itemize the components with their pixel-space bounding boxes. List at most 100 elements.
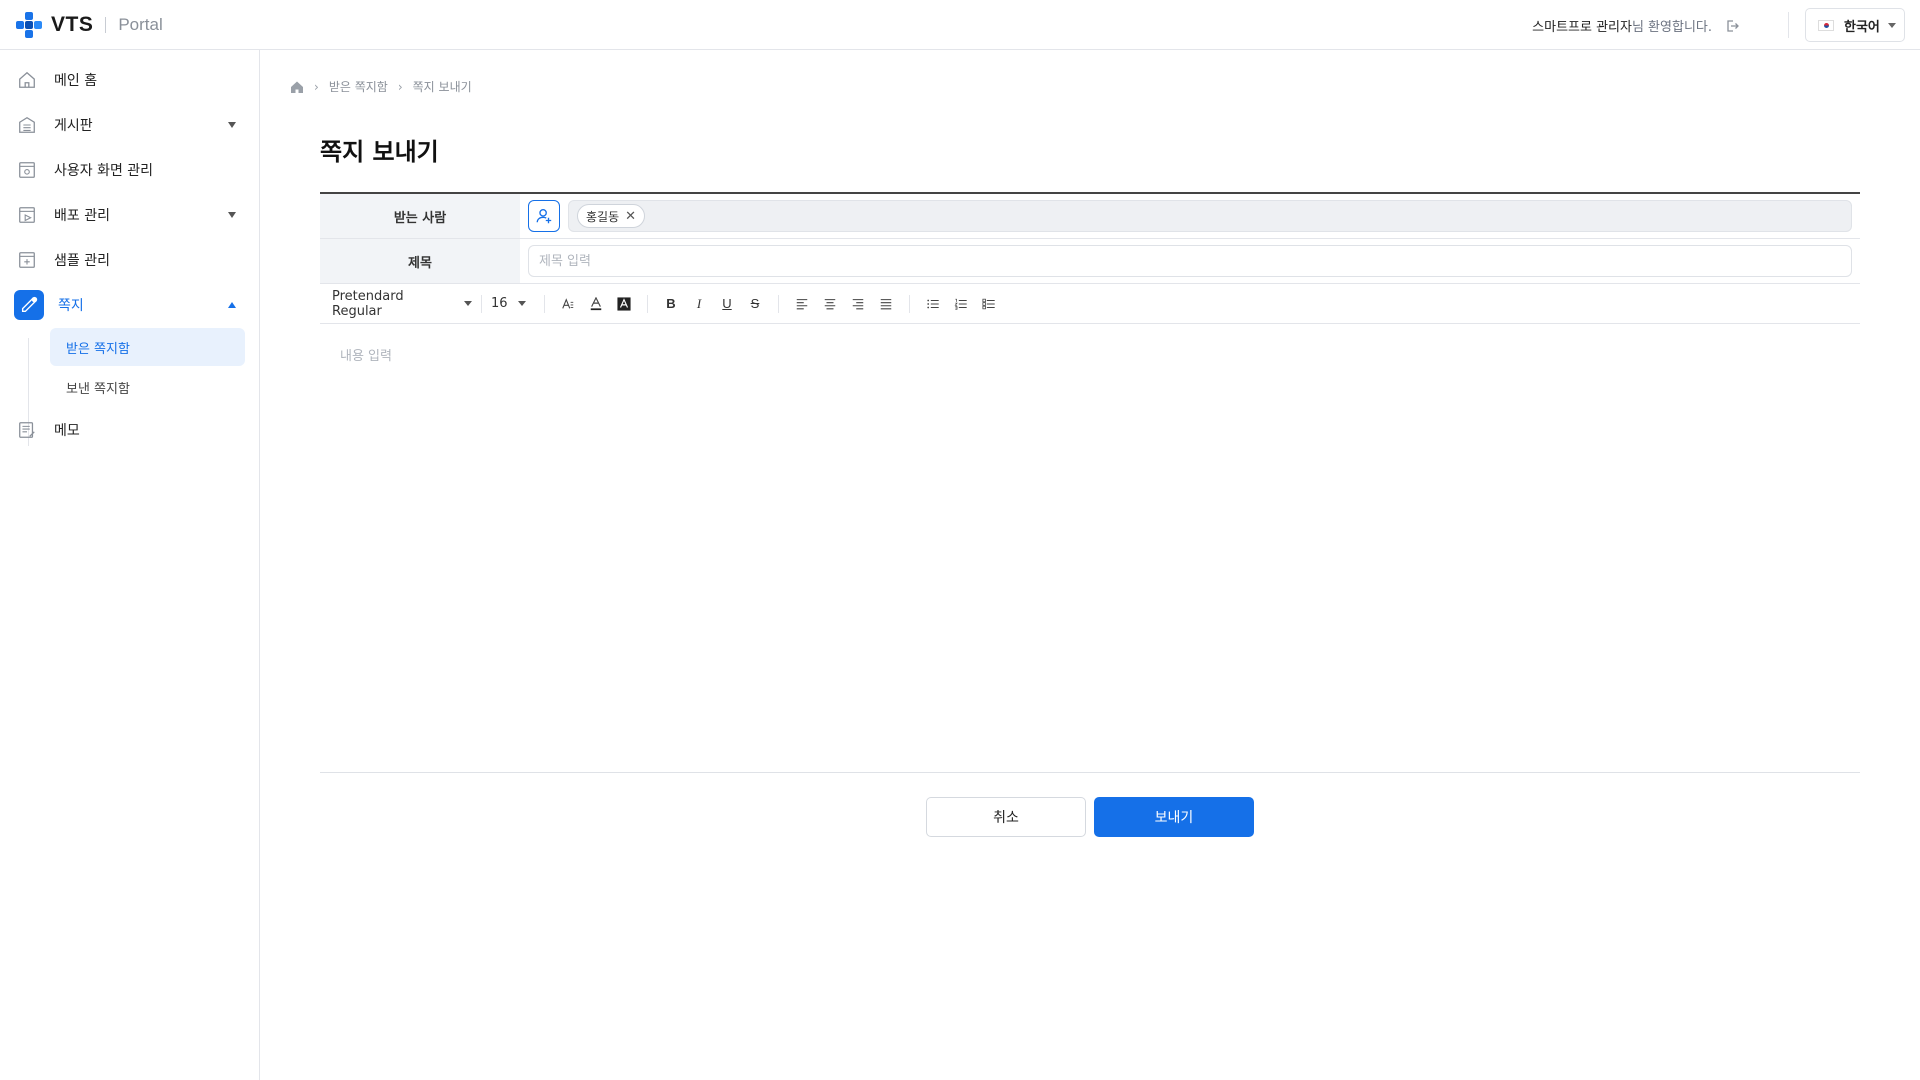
align-left-icon [796,298,808,309]
sidebar: 메인 홈 게시판 사용자 화면 관리 배포 관리 샘플 관리 쪽지 받은 쪽지함 [0,50,260,1080]
add-recipient-button[interactable] [528,200,560,232]
send-button[interactable]: 보내기 [1094,797,1254,837]
align-justify-icon [880,298,892,309]
logo-icon [16,12,42,38]
breadcrumb-separator: › [314,79,319,94]
bullet-list-button[interactable] [919,290,947,318]
editor-toolbar: Pretendard Regular 16 B I U S [320,284,1860,324]
recipient-list[interactable]: 홍길동 ✕ [568,200,1852,232]
underline-button[interactable]: U [713,290,741,318]
font-family-select[interactable]: Pretendard Regular [332,289,472,319]
checklist-button[interactable] [975,290,1003,318]
memo-icon [14,417,40,443]
sidebar-item-deploy[interactable]: 배포 관리 [14,197,246,233]
bullet-list-icon [927,299,939,308]
sidebar-item-label: 쪽지 [58,298,84,314]
sidebar-item-label: 샘플 관리 [54,253,110,269]
recipient-row: 받는 사람 홍길동 ✕ [320,194,1860,239]
logout-icon[interactable] [1724,18,1740,34]
message-content-editor[interactable]: 내용 입력 [320,325,1860,773]
logo-subtitle: Portal [118,15,163,34]
toolbar-divider [778,294,779,313]
font-style-button[interactable] [554,290,582,318]
recipient-label: 받는 사람 [320,194,520,238]
font-size-icon [562,297,574,309]
toolbar-divider [647,294,648,313]
user-name: 스마트프로 관리자 [1532,20,1632,35]
subject-label: 제목 [320,239,520,283]
toolbar-divider [909,294,910,313]
subject-row: 제목 [320,239,1860,284]
chevron-down-icon [228,212,236,218]
home-icon[interactable] [290,80,304,94]
sidebar-item-user-screen[interactable]: 사용자 화면 관리 [14,152,246,188]
home-icon [14,67,40,93]
text-color-button[interactable] [582,290,610,318]
sidebar-subitem-inbox[interactable]: 받은 쪽지함 [50,328,245,366]
welcome-suffix: 님 환영합니다. [1631,20,1712,35]
korea-flag-icon [1818,19,1834,31]
background-color-button[interactable] [610,290,638,318]
numbered-list-icon [954,298,967,310]
sidebar-subitem-sent[interactable]: 보낸 쪽지함 [50,368,245,406]
add-user-icon [536,209,552,224]
checklist-icon [982,298,995,309]
breadcrumb-item-inbox[interactable]: 받은 쪽지함 [329,78,388,95]
logo[interactable]: VTS Portal [15,10,163,40]
sidebar-item-memo[interactable]: 메모 [14,412,246,448]
align-left-button[interactable] [788,290,816,318]
board-icon [14,112,40,138]
logo-text: VTS [51,13,94,36]
sidebar-item-board[interactable]: 게시판 [14,107,246,143]
numbered-list-button[interactable] [947,290,975,318]
language-label: 한국어 [1844,19,1880,35]
align-right-icon [852,298,864,309]
welcome-message: 스마트프로 관리자 님 환영합니다. [1532,16,1740,35]
strikethrough-button[interactable]: S [741,290,769,318]
header-divider [1788,12,1789,38]
cancel-button[interactable]: 취소 [926,797,1086,837]
sidebar-item-sample[interactable]: 샘플 관리 [14,242,246,278]
deploy-icon [14,202,40,228]
align-center-button[interactable] [816,290,844,318]
chevron-down-icon [464,301,472,306]
bold-button[interactable]: B [657,290,685,318]
chevron-down-icon [1888,23,1896,28]
sidebar-item-label: 사용자 화면 관리 [54,163,154,179]
subject-input[interactable] [528,245,1852,277]
remove-recipient-icon[interactable]: ✕ [625,209,636,224]
recipient-chip: 홍길동 ✕ [577,204,646,228]
breadcrumb-item-current: 쪽지 보내기 [412,80,472,94]
toolbar-divider [481,294,482,313]
breadcrumb: › 받은 쪽지함 › 쪽지 보내기 [290,78,472,95]
sidebar-item-label: 메인 홈 [54,73,98,89]
sidebar-item-label: 배포 관리 [54,208,110,224]
font-size-select[interactable]: 16 [491,296,535,311]
sidebar-item-label: 게시판 [54,118,93,134]
sidebar-item-message[interactable]: 쪽지 [14,287,246,323]
page-title: 쪽지 보내기 [320,138,439,166]
sample-icon [14,247,40,273]
content-placeholder: 내용 입력 [340,349,392,364]
text-color-icon [590,296,602,310]
chevron-down-icon [517,301,526,306]
sidebar-item-label: 메모 [54,423,80,439]
user-screen-icon [14,157,40,183]
language-select[interactable]: 한국어 [1805,8,1905,42]
italic-button[interactable]: I [685,290,713,318]
toolbar-divider [544,294,545,313]
top-header: VTS Portal 스마트프로 관리자 님 환영합니다. 한국어 [0,0,1920,50]
breadcrumb-separator: › [397,79,403,94]
font-size-value: 16 [491,296,508,311]
chevron-up-icon [228,302,236,308]
align-justify-button[interactable] [872,290,900,318]
sidebar-item-home[interactable]: 메인 홈 [14,62,246,98]
message-icon [14,290,44,320]
recipient-name: 홍길동 [586,209,620,224]
background-color-icon [617,296,631,311]
font-family-value: Pretendard Regular [332,288,404,319]
align-center-icon [824,298,836,309]
align-right-button[interactable] [844,290,872,318]
message-form: 받는 사람 홍길동 ✕ 제목 Pretendard R [320,192,1860,324]
logo-divider [105,17,107,33]
